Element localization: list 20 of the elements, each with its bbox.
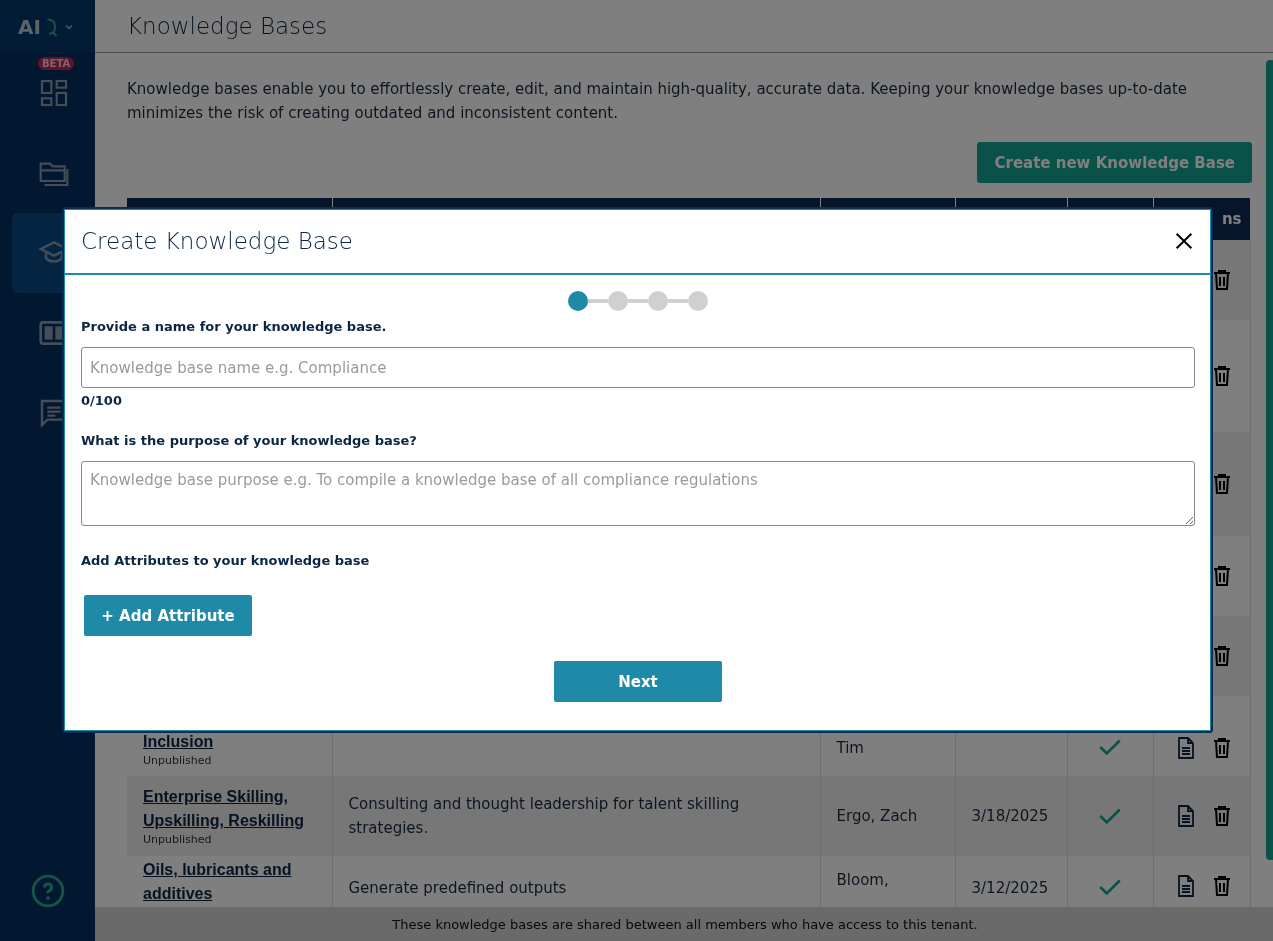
table-cell: Generate predefined outputs	[348, 879, 567, 897]
field-label: Add Attributes to your knowledge base	[81, 553, 371, 568]
field-label: Provide a name for your knowledge base.	[81, 319, 388, 334]
status-label: Unpublished	[143, 833, 213, 847]
table-cell: 3/18/2025	[971, 807, 1049, 825]
table-cell: Ergo, Zach	[836, 807, 918, 825]
page-description: Knowledge bases enable you to effortlessly create, edit, and maintain high-quality, accurate data. Keeping your knowledge bases up-to-date minimizes the risk of creating outdated and inconsistent content.	[127, 79, 1189, 124]
status-label: Unpublished	[143, 754, 213, 768]
table-cell: 3/12/2025	[971, 879, 1049, 897]
table-cell: Tim	[836, 739, 864, 757]
page-title: Knowledge Bases	[95, 0, 1273, 53]
beta-badge: BETA	[38, 57, 75, 70]
character-counter: 0/100	[81, 393, 123, 408]
table-cell: Bloom,	[836, 871, 889, 889]
dialog-title: Create Knowledge Base	[81, 228, 353, 254]
footer-note: These knowledge bases are shared between all members who have access to this tenant.	[95, 907, 1273, 941]
column-header: ns	[1221, 210, 1242, 228]
logo-text: AI	[18, 14, 41, 39]
field-label: What is the purpose of your knowledge base?	[81, 433, 418, 448]
table-cell: Consulting and thought leadership for talent skilling strategies.	[348, 795, 740, 837]
